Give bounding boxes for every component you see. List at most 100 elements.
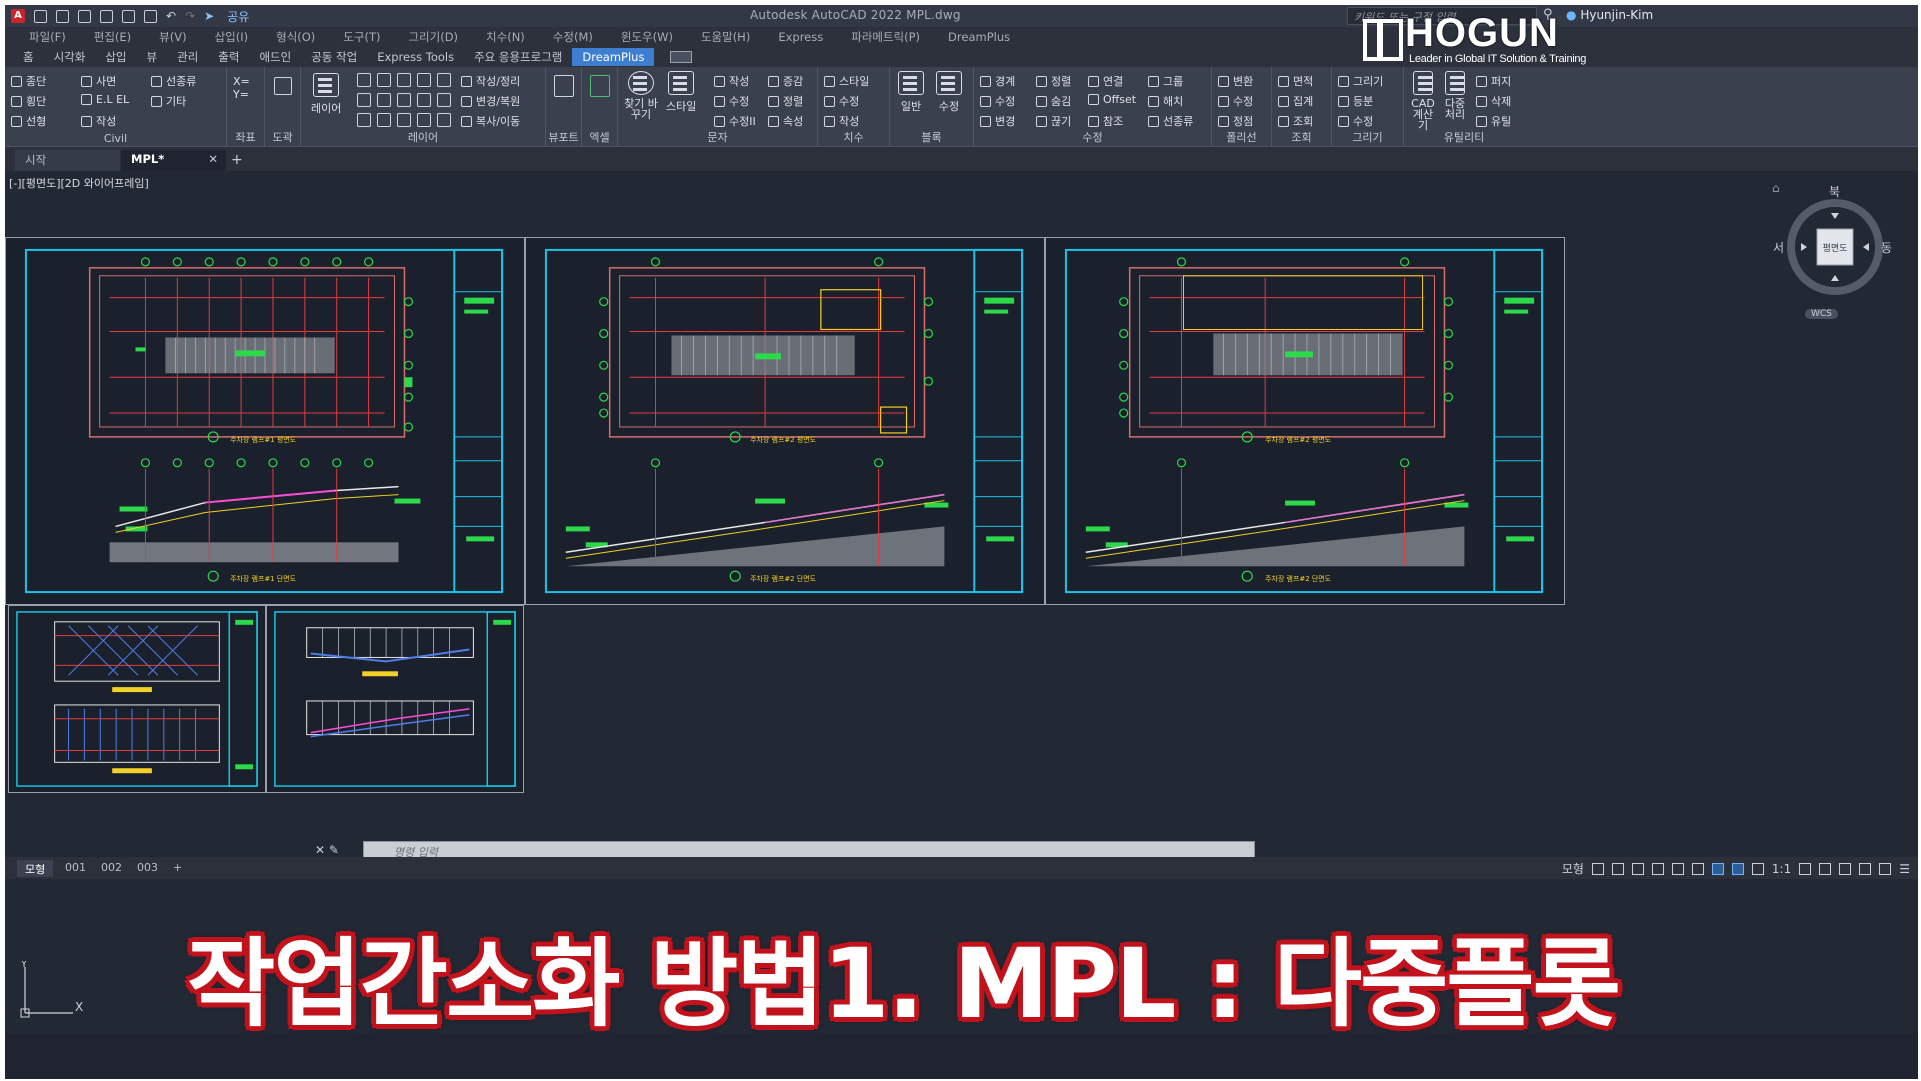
open-file-icon[interactable] — [56, 9, 69, 23]
close-tab-icon[interactable]: ✕ — [208, 152, 218, 166]
ortho-icon[interactable] — [1631, 862, 1644, 875]
query-count-button[interactable]: 집계 — [1278, 93, 1313, 109]
clean-screen-icon[interactable] — [1879, 862, 1892, 875]
civil-linetype-button[interactable]: 선종류 — [151, 73, 196, 89]
layer-copy-move-button[interactable]: 복사/이동 — [461, 113, 520, 129]
web-mobile-icon[interactable] — [122, 9, 135, 23]
drawing-frame-icon[interactable] — [274, 77, 292, 95]
layer-tool-icon[interactable] — [357, 73, 371, 87]
dim-modify-button[interactable]: 수정 — [824, 93, 859, 109]
text-properties-button[interactable]: 속성 — [768, 113, 803, 129]
modify-group-button[interactable]: 그룹 — [1148, 73, 1183, 89]
undo-icon[interactable]: ↶ — [166, 9, 176, 23]
modify-boundary-button[interactable]: 경계 — [980, 73, 1015, 89]
redo-icon[interactable]: ↷ — [185, 9, 195, 23]
snap-icon[interactable] — [1611, 862, 1624, 875]
block-general-button[interactable]: 일반 — [898, 71, 924, 114]
modify-join-button[interactable]: 연결 — [1088, 73, 1123, 89]
command-close-icon[interactable]: ✕ — [315, 843, 325, 857]
layout-viewport-3[interactable]: 주차장 램프#2 평면도 주차장 램프#2 단면도 — [1045, 237, 1565, 605]
annotation-monitor-icon[interactable] — [1819, 862, 1832, 875]
text-create-button[interactable]: 작성 — [714, 73, 749, 89]
layout-tab-model[interactable]: 모형 — [17, 860, 54, 877]
find-replace-button[interactable]: 찾기 바꾸기 — [624, 71, 658, 120]
selection-cycling-icon[interactable] — [1711, 862, 1724, 875]
layer-tool-icon[interactable] — [397, 113, 411, 127]
menu-view[interactable]: 뷰(V) — [145, 29, 200, 45]
civil-cross-section-button[interactable]: 횡단 — [11, 93, 46, 109]
utility-util-button[interactable]: 유틸 — [1476, 113, 1511, 129]
layer-tool-icon[interactable] — [357, 113, 371, 127]
text-modify2-button[interactable]: 수정II — [714, 113, 756, 129]
tab-home[interactable]: 홈 — [13, 47, 44, 67]
modify-change-button[interactable]: 변경 — [980, 113, 1015, 129]
menu-parametric[interactable]: 파라메트릭(P) — [837, 29, 934, 45]
tab-featured-apps[interactable]: 주요 응용프로그램 — [464, 47, 572, 67]
modify-edit-button[interactable]: 수정 — [980, 93, 1015, 109]
save-icon[interactable] — [78, 9, 91, 23]
add-layout-icon[interactable]: + — [165, 860, 190, 877]
share-button[interactable]: 공유 — [227, 8, 249, 25]
hardware-acceleration-icon[interactable] — [1859, 862, 1872, 875]
file-tab-start[interactable]: 시작 — [15, 150, 120, 171]
layout-viewport-4[interactable] — [8, 605, 266, 793]
menu-help[interactable]: 도움말(H) — [687, 29, 764, 45]
drawing-area[interactable]: [-][평면도][2D 와이어프레임] 주차장 램프#1 평면도 주차장 램프#… — [5, 171, 1918, 1040]
civil-elevation-button[interactable]: E.L EL — [81, 93, 129, 106]
wcs-menu[interactable]: WCS — [1805, 309, 1838, 319]
draw-draw-button[interactable]: 그리기 — [1338, 73, 1383, 89]
layer-tool-icon[interactable] — [417, 113, 431, 127]
tab-output[interactable]: 출력 — [208, 47, 249, 67]
user-account[interactable]: ● Hyunjin-Kim — [1566, 8, 1653, 22]
ribbon-minimize-button[interactable] — [670, 51, 693, 63]
plot-icon[interactable] — [144, 9, 157, 23]
polyline-vertex-button[interactable]: 정점 — [1218, 113, 1253, 129]
coordinates-button[interactable]: X= Y= — [233, 75, 259, 101]
civil-profile-button[interactable]: 종단 — [11, 73, 46, 89]
civil-alignment-button[interactable]: 선형 — [11, 113, 46, 129]
draw-modify-button[interactable]: 수정 — [1338, 113, 1373, 129]
query-lookup-button[interactable]: 조회 — [1278, 113, 1313, 129]
osnap-icon[interactable] — [1671, 862, 1684, 875]
layer-change-restore-button[interactable]: 변경/복원 — [461, 93, 520, 109]
file-tab-mpl[interactable]: MPL* ✕ — [121, 150, 226, 171]
annotation-scale[interactable]: 1:1 — [1772, 862, 1791, 876]
tab-express-tools[interactable]: Express Tools — [367, 48, 464, 66]
modify-align-button[interactable]: 정렬 — [1036, 73, 1071, 89]
menu-file[interactable]: 파일(F) — [15, 29, 80, 45]
layer-tool-icon[interactable] — [417, 73, 431, 87]
text-modify-button[interactable]: 수정 — [714, 93, 749, 109]
layer-tool-icon[interactable] — [397, 93, 411, 107]
civil-slope-button[interactable]: 사면 — [81, 73, 116, 89]
compass-west-label[interactable]: 서 — [1773, 239, 1784, 256]
menu-insert[interactable]: 삽입(I) — [201, 29, 263, 45]
viewport-icon[interactable] — [554, 75, 574, 97]
grid-icon[interactable] — [1591, 862, 1604, 875]
viewport-controls-label[interactable]: [-][평면도][2D 와이어프레임] — [9, 175, 149, 191]
layer-tool-icon[interactable] — [437, 73, 451, 87]
text-style-button[interactable]: 스타일 — [666, 71, 696, 114]
menu-dimension[interactable]: 치수(N) — [472, 29, 539, 45]
menu-edit[interactable]: 편집(E) — [80, 29, 145, 45]
menu-window[interactable]: 윈도우(W) — [607, 29, 687, 45]
dim-create-button[interactable]: 작성 — [824, 113, 859, 129]
autocad-logo-icon[interactable]: A — [11, 9, 25, 23]
text-scale-button[interactable]: 증감 — [768, 73, 803, 89]
polyline-convert-button[interactable]: 변환 — [1218, 73, 1253, 89]
utility-delete-button[interactable]: 삭제 — [1476, 93, 1511, 109]
annotation-visibility-icon[interactable] — [1731, 862, 1744, 875]
menu-dreamplus[interactable]: DreamPlus — [934, 30, 1024, 44]
draw-divide-button[interactable]: 등분 — [1338, 93, 1373, 109]
command-customize-icon[interactable]: ✎ — [329, 843, 339, 857]
layer-big-button[interactable]: 레이어 — [311, 73, 341, 116]
layer-tool-icon[interactable] — [357, 93, 371, 107]
layer-tool-icon[interactable] — [377, 73, 391, 87]
modify-break-button[interactable]: 끊기 — [1036, 113, 1071, 129]
cad-calculator-button[interactable]: CAD 계산기 — [1408, 71, 1438, 131]
tab-collaborate[interactable]: 공동 작업 — [301, 47, 367, 67]
menu-modify[interactable]: 수정(M) — [539, 29, 607, 45]
layout-tab-002[interactable]: 002 — [93, 860, 130, 877]
tab-view[interactable]: 뷰 — [137, 47, 168, 67]
layout-tab-001[interactable]: 001 — [57, 860, 94, 877]
tab-manage[interactable]: 관리 — [167, 47, 208, 67]
